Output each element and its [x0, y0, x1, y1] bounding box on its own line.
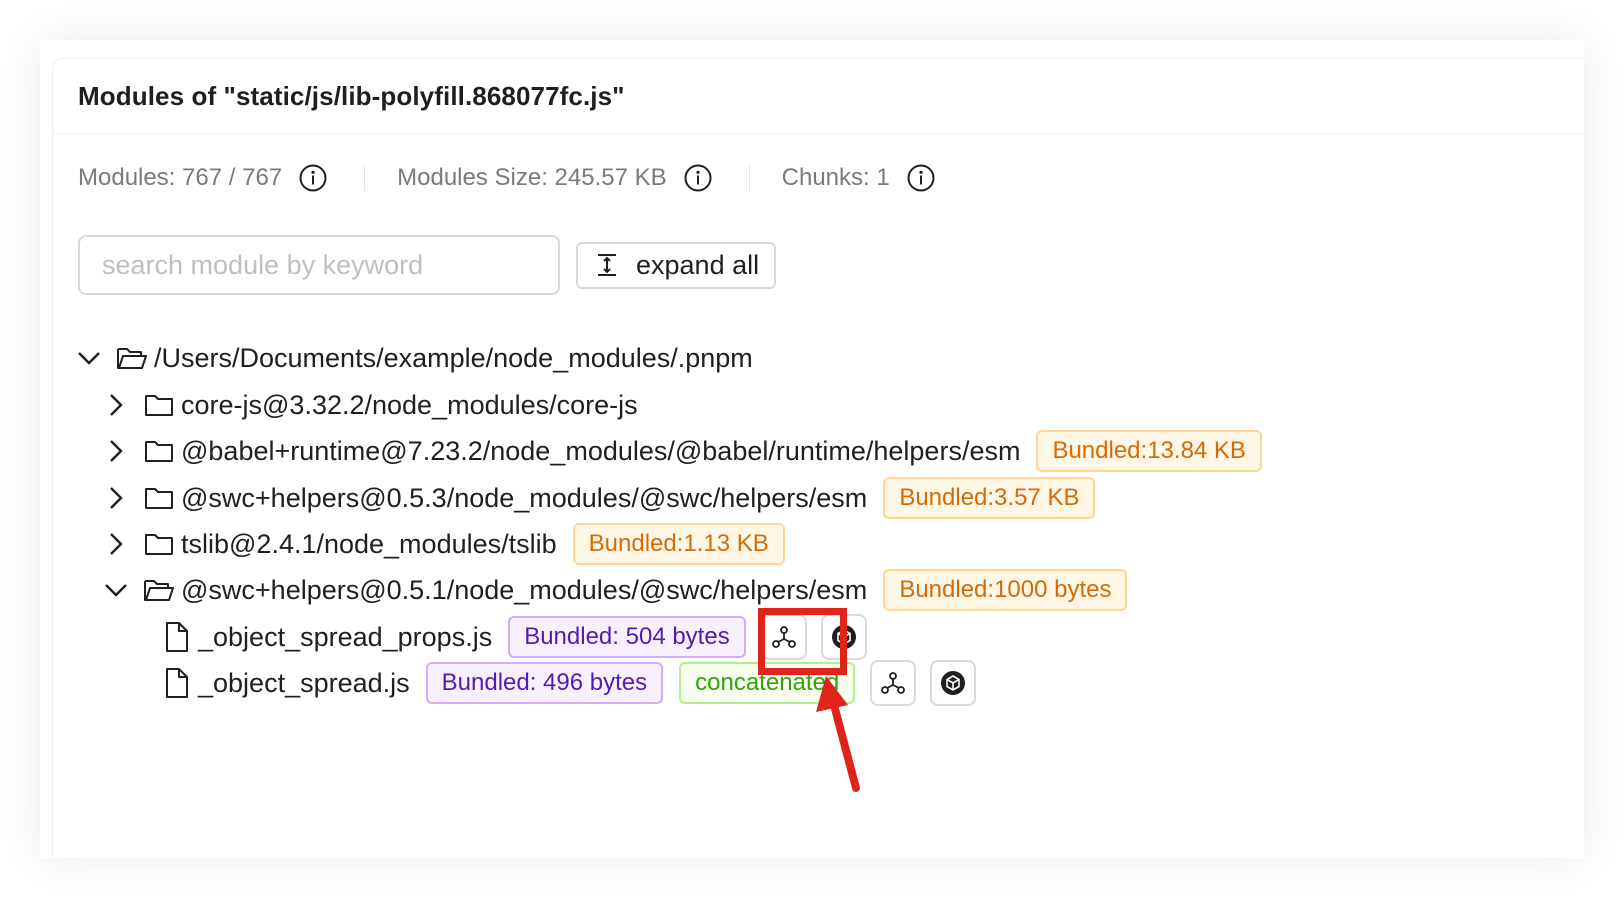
tree-node-folder[interactable]: core-js@3.32.2/node_modules/core-js: [101, 382, 638, 428]
folder-icon: [145, 395, 173, 416]
tree-node-label: @swc+helpers@0.5.3/node_modules/@swc/hel…: [181, 482, 868, 513]
panel-header: Modules of "static/js/lib-polyfill.86807…: [53, 59, 1584, 134]
tree-node-label: @swc+helpers@0.5.1/node_modules/@swc/hel…: [181, 574, 868, 605]
module-graph-button[interactable]: [760, 614, 807, 660]
chevron-right-icon[interactable]: [101, 436, 131, 466]
folder-icon: [145, 534, 173, 555]
concatenated-tag: concatenated: [679, 662, 856, 704]
module-graph-icon: [771, 626, 796, 648]
tree-node-label: tslib@2.4.1/node_modules/tslib: [181, 528, 557, 559]
tree-node-folder[interactable]: tslib@2.4.1/node_modules/tslib Bundled:1…: [101, 521, 785, 567]
bundled-size-tag: Bundled:1.13 KB: [572, 523, 785, 565]
stats-bar: Modules: 767 / 767 Modules Size: 245.57 …: [78, 159, 936, 197]
stat-chunks: Chunks: 1: [782, 163, 936, 193]
module-graph-button[interactable]: [870, 660, 917, 706]
tree-node-root[interactable]: /Users/Documents/example/node_modules/.p…: [74, 335, 753, 381]
stat-chunks-label: Chunks: 1: [781, 164, 890, 191]
bundled-size-tag: Bundled: 496 bytes: [425, 662, 664, 704]
panel-title: Modules of "static/js/lib-polyfill.86807…: [78, 80, 625, 111]
search-input[interactable]: [78, 235, 560, 295]
module-graph-icon: [881, 672, 906, 694]
column-height-icon: [598, 254, 616, 276]
stat-modules-label: Modules: 767 / 767: [78, 164, 283, 191]
code-sandbox-icon: [941, 671, 966, 695]
file-icon: [166, 668, 188, 698]
tree-node-label: _object_spread.js: [198, 667, 410, 698]
folder-icon: [145, 488, 173, 509]
tree-node-file[interactable]: _object_spread.js Bundled: 496 bytes con…: [164, 660, 977, 706]
chevron-right-icon[interactable]: [101, 483, 131, 513]
tree-node-label: /Users/Documents/example/node_modules/.p…: [154, 342, 753, 373]
bundled-size-tag: Bundled: 504 bytes: [508, 616, 746, 658]
tree-node-file[interactable]: _object_spread_props.js Bundled: 504 byt…: [164, 614, 867, 660]
tree-node-folder[interactable]: @swc+helpers@0.5.1/node_modules/@swc/hel…: [101, 567, 1128, 613]
chevron-right-icon[interactable]: [101, 390, 131, 420]
info-circle-icon[interactable]: [298, 163, 328, 193]
chevron-down-icon[interactable]: [74, 343, 104, 373]
info-circle-icon[interactable]: [906, 163, 936, 193]
stat-modules: Modules: 767 / 767: [78, 163, 328, 193]
chevron-right-icon[interactable]: [101, 529, 131, 559]
expand-all-label: expand all: [636, 249, 760, 280]
code-sandbox-button[interactable]: [930, 660, 977, 706]
tree-node-label: _object_spread_props.js: [198, 621, 493, 652]
expand-all-button[interactable]: expand all: [576, 241, 777, 289]
tree-node-label: @babel+runtime@7.23.2/node_modules/@babe…: [181, 435, 1021, 466]
info-circle-icon[interactable]: [683, 163, 713, 193]
folder-open-icon: [144, 580, 174, 601]
folder-icon: [145, 441, 173, 462]
search-row: expand all: [78, 235, 777, 295]
stat-divider: [748, 165, 750, 191]
tree-node-label: core-js@3.32.2/node_modules/core-js: [181, 389, 638, 420]
code-sandbox-button[interactable]: [820, 614, 867, 660]
stat-divider: [364, 165, 366, 191]
bundled-size-tag: Bundled:3.57 KB: [883, 477, 1096, 519]
stat-modules-size-label: Modules Size: 245.57 KB: [397, 164, 667, 191]
code-sandbox-icon: [831, 625, 856, 649]
file-icon: [166, 622, 188, 652]
stat-modules-size: Modules Size: 245.57 KB: [397, 163, 713, 193]
chevron-down-icon[interactable]: [101, 575, 131, 605]
folder-open-icon: [117, 348, 147, 369]
bundled-size-tag: Bundled:13.84 KB: [1036, 430, 1262, 472]
bundled-size-tag: Bundled:1000 bytes: [883, 569, 1128, 611]
tree-node-folder[interactable]: @babel+runtime@7.23.2/node_modules/@babe…: [101, 428, 1262, 474]
tree-node-folder[interactable]: @swc+helpers@0.5.3/node_modules/@swc/hel…: [101, 475, 1096, 521]
